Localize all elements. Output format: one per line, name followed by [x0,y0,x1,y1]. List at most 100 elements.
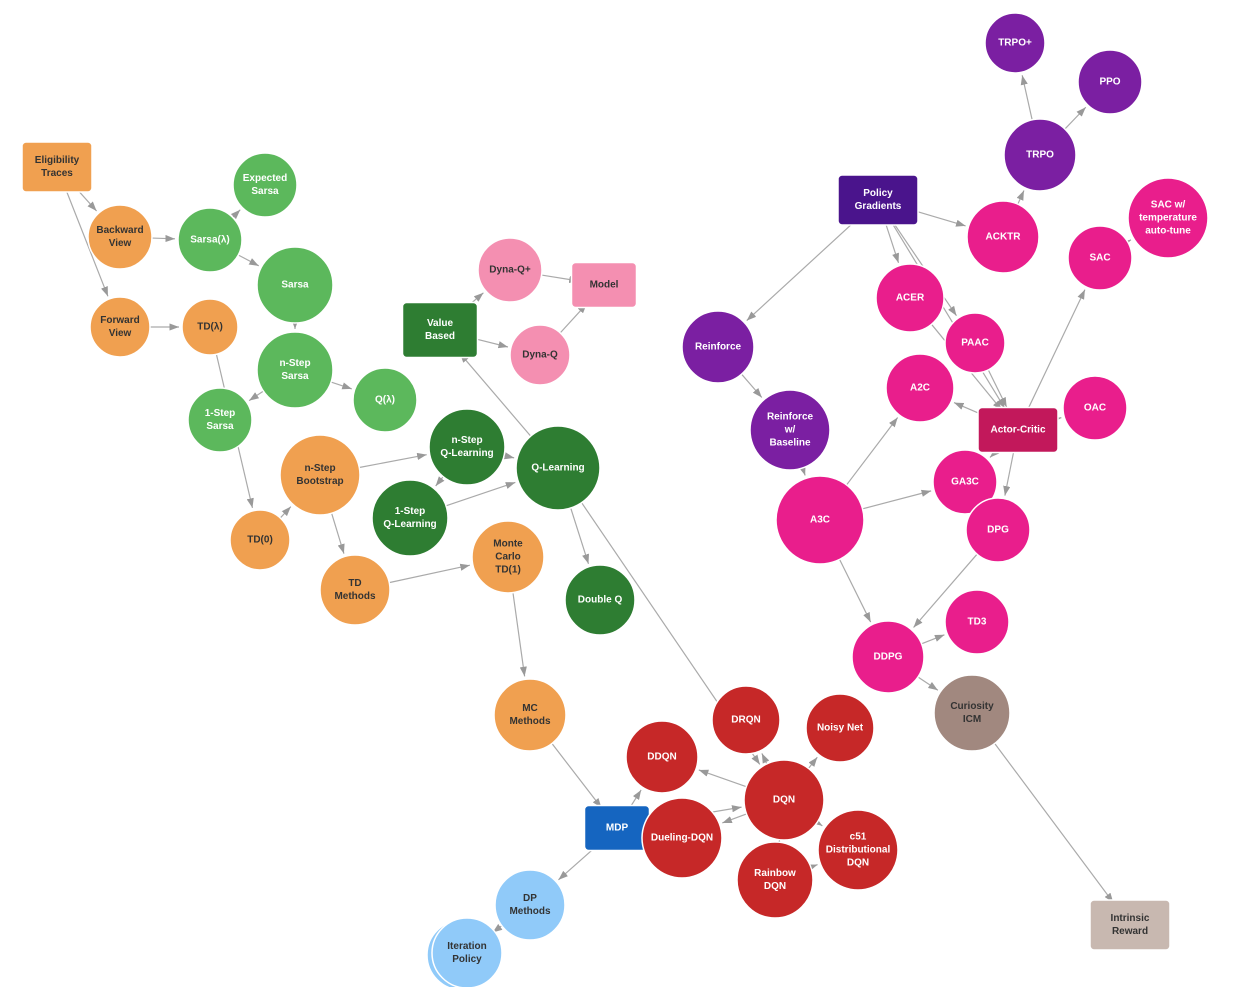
node-iteration_policy[interactable]: IterationPolicy [432,918,502,987]
node-reinforce_baseline[interactable]: Reinforcew/Baseline [750,390,830,470]
node-forward_view[interactable]: ForwardView [90,297,150,357]
node-label-n_step_sarsa: n-Step [279,358,310,369]
node-intrinsic_reward[interactable]: IntrinsicReward [1090,900,1170,950]
node-label-forward_view: Forward [100,315,139,326]
node-td0[interactable]: TD(0) [230,510,290,570]
node-circle-n_step_sarsa[interactable] [257,332,333,408]
node-policy_gradients[interactable]: PolicyGradients [838,175,918,225]
node-circle-td_methods[interactable] [320,555,390,625]
node-label-drqn: DRQN [731,715,760,726]
edge-td_methods-monte_carlo_td1 [389,565,470,582]
node-td3[interactable]: TD3 [945,590,1009,654]
node-label-one_step_qlearning: Q-Learning [383,519,436,530]
node-sarsa_lambda[interactable]: Sarsa(λ) [178,208,242,272]
node-q_lambda[interactable]: Q(λ) [353,368,417,432]
node-eligibility_traces[interactable]: EligibilityTraces [22,142,92,192]
node-expected_sarsa[interactable]: ExpectedSarsa [233,153,297,217]
edge-dqn-c51 [817,822,822,826]
node-oac[interactable]: OAC [1063,376,1127,440]
node-label-rainbow_dqn: DQN [764,881,786,892]
node-dp_methods[interactable]: DPMethods [495,870,565,940]
edge-qlearning-double_q [571,508,589,564]
node-circle-one_step_qlearning[interactable] [372,480,448,556]
node-drqn[interactable]: DRQN [712,686,780,754]
node-mdp[interactable]: MDP [585,806,650,851]
node-label-sarsa_lambda: Sarsa(λ) [190,235,229,246]
node-circle-rainbow_dqn[interactable] [737,842,813,918]
node-circle-one_step_sarsa[interactable] [188,388,252,452]
node-sarsa[interactable]: Sarsa [257,247,333,323]
node-circle-n_step_qlearning[interactable] [429,409,505,485]
node-circle-iteration_policy[interactable] [432,918,502,987]
edge-td0-n_step_bootstrap [280,507,290,518]
node-circle-backward_view[interactable] [88,205,152,269]
node-trpo[interactable]: TRPO [1004,119,1076,191]
node-label-c51: DQN [847,858,869,869]
node-a2c[interactable]: A2C [886,354,954,422]
node-rect-intrinsic_reward[interactable] [1090,900,1170,950]
node-label-noisy_net: Noisy Net [817,723,864,734]
node-a3c[interactable]: A3C [776,476,864,564]
node-qlearning[interactable]: Q-Learning [516,426,600,510]
node-rect-policy_gradients[interactable] [838,175,918,225]
node-label-dp_methods: Methods [509,906,551,917]
node-n_step_bootstrap[interactable]: n-StepBootstrap [280,435,360,515]
node-trpo_plus[interactable]: TRPO+ [985,13,1045,73]
node-mc_methods[interactable]: MCMethods [494,679,566,751]
edge-monte_carlo_td1-mc_methods [513,593,525,677]
node-label-n_step_bootstrap: Bootstrap [296,476,343,487]
node-label-policy_gradients: Policy [863,188,893,199]
node-dpg[interactable]: DPG [966,498,1030,562]
node-circle-curiosity_icm[interactable] [934,675,1010,751]
node-label-sarsa: Sarsa [281,280,309,291]
node-c51[interactable]: c51DistributionalDQN [818,810,898,890]
node-dqn[interactable]: DQN [744,760,824,840]
edge-one_step_qlearning-qlearning [446,482,515,505]
node-paac[interactable]: PAAC [945,313,1005,373]
node-circle-forward_view[interactable] [90,297,150,357]
node-ddpg[interactable]: DDPG [852,621,924,693]
node-n_step_qlearning[interactable]: n-StepQ-Learning [429,409,505,485]
node-label-monte_carlo_td1: Carlo [495,552,521,563]
node-curiosity_icm[interactable]: CuriosityICM [934,675,1010,751]
node-value_based[interactable]: ValueBased [403,303,478,358]
node-rect-value_based[interactable] [403,303,478,358]
node-label-one_step_sarsa: Sarsa [206,421,234,432]
node-dyna_q_plus[interactable]: Dyna-Q+ [478,238,542,302]
edge-sarsa_lambda-sarsa [238,255,258,266]
node-label-eligibility_traces: Traces [41,168,73,179]
edge-acktr-trpo [1018,191,1024,205]
node-dueling_dqn[interactable]: Dueling-DQN [642,798,722,878]
node-n_step_sarsa[interactable]: n-StepSarsa [257,332,333,408]
node-circle-mc_methods[interactable] [494,679,566,751]
node-label-trpo_plus: TRPO+ [998,38,1032,49]
node-monte_carlo_td1[interactable]: MonteCarloTD(1) [472,521,544,593]
node-label-one_step_sarsa: 1-Step [205,408,236,419]
node-td_lambda[interactable]: TD(λ) [182,299,238,355]
node-td_methods[interactable]: TDMethods [320,555,390,625]
node-one_step_sarsa[interactable]: 1-Step Sarsa [188,388,252,452]
node-circle-expected_sarsa[interactable] [233,153,297,217]
node-double_q[interactable]: Double Q [565,565,635,635]
node-label-td_lambda: TD(λ) [197,322,223,333]
node-dyna_q[interactable]: Dyna-Q [510,325,570,385]
node-sac_auto[interactable]: SAC w/temperatureauto-tune [1128,178,1208,258]
node-one_step_qlearning[interactable]: 1-StepQ-Learning [372,480,448,556]
edge-reinforce-reinforce_baseline [742,374,762,397]
node-backward_view[interactable]: BackwardView [88,205,152,269]
node-noisy_net[interactable]: Noisy Net [806,694,874,762]
edge-backward_view-sarsa_lambda [152,238,175,239]
node-actor_critic[interactable]: Actor-Critic [978,408,1058,453]
node-reinforce[interactable]: Reinforce [682,311,754,383]
node-sac[interactable]: SAC [1068,226,1132,290]
node-model[interactable]: Model [572,263,637,308]
node-circle-dp_methods[interactable] [495,870,565,940]
node-ppo[interactable]: PPO [1078,50,1142,114]
node-acer[interactable]: ACER [876,264,944,332]
node-rect-eligibility_traces[interactable] [22,142,92,192]
node-ddqn[interactable]: DDQN [626,721,698,793]
node-label-reinforce_baseline: w/ [784,425,796,436]
node-acktr[interactable]: ACKTR [967,201,1039,273]
node-circle-n_step_bootstrap[interactable] [280,435,360,515]
node-rainbow_dqn[interactable]: RainbowDQN [737,842,813,918]
